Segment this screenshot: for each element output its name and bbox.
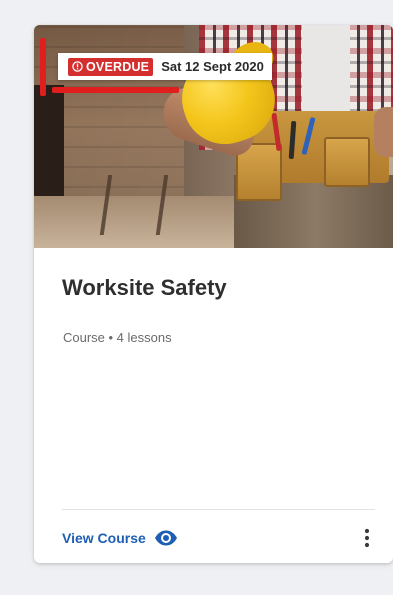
card-footer: View Course: [62, 525, 375, 551]
footer-divider: [62, 509, 375, 510]
page: OVERDUE Sat 12 Sept 2020 Worksite Safety…: [0, 0, 393, 595]
alert-circle-icon: [72, 61, 83, 72]
view-course-label: View Course: [62, 530, 146, 546]
course-cover-image: OVERDUE Sat 12 Sept 2020: [34, 25, 393, 248]
due-date: Sat 12 Sept 2020: [161, 59, 264, 74]
annotation-mark-horizontal: [52, 87, 179, 93]
more-vert-icon: [364, 528, 370, 548]
course-meta: Course • 4 lessons: [63, 330, 172, 345]
more-options-button[interactable]: [359, 526, 375, 550]
due-date-tag: OVERDUE Sat 12 Sept 2020: [58, 53, 272, 80]
course-title: Worksite Safety: [62, 275, 227, 300]
overdue-label: OVERDUE: [86, 59, 150, 74]
annotation-mark-vertical: [40, 38, 46, 96]
eye-icon: [154, 530, 177, 546]
overdue-badge: OVERDUE: [68, 57, 154, 76]
view-course-button[interactable]: View Course: [62, 526, 178, 550]
course-card[interactable]: OVERDUE Sat 12 Sept 2020 Worksite Safety…: [34, 25, 393, 563]
